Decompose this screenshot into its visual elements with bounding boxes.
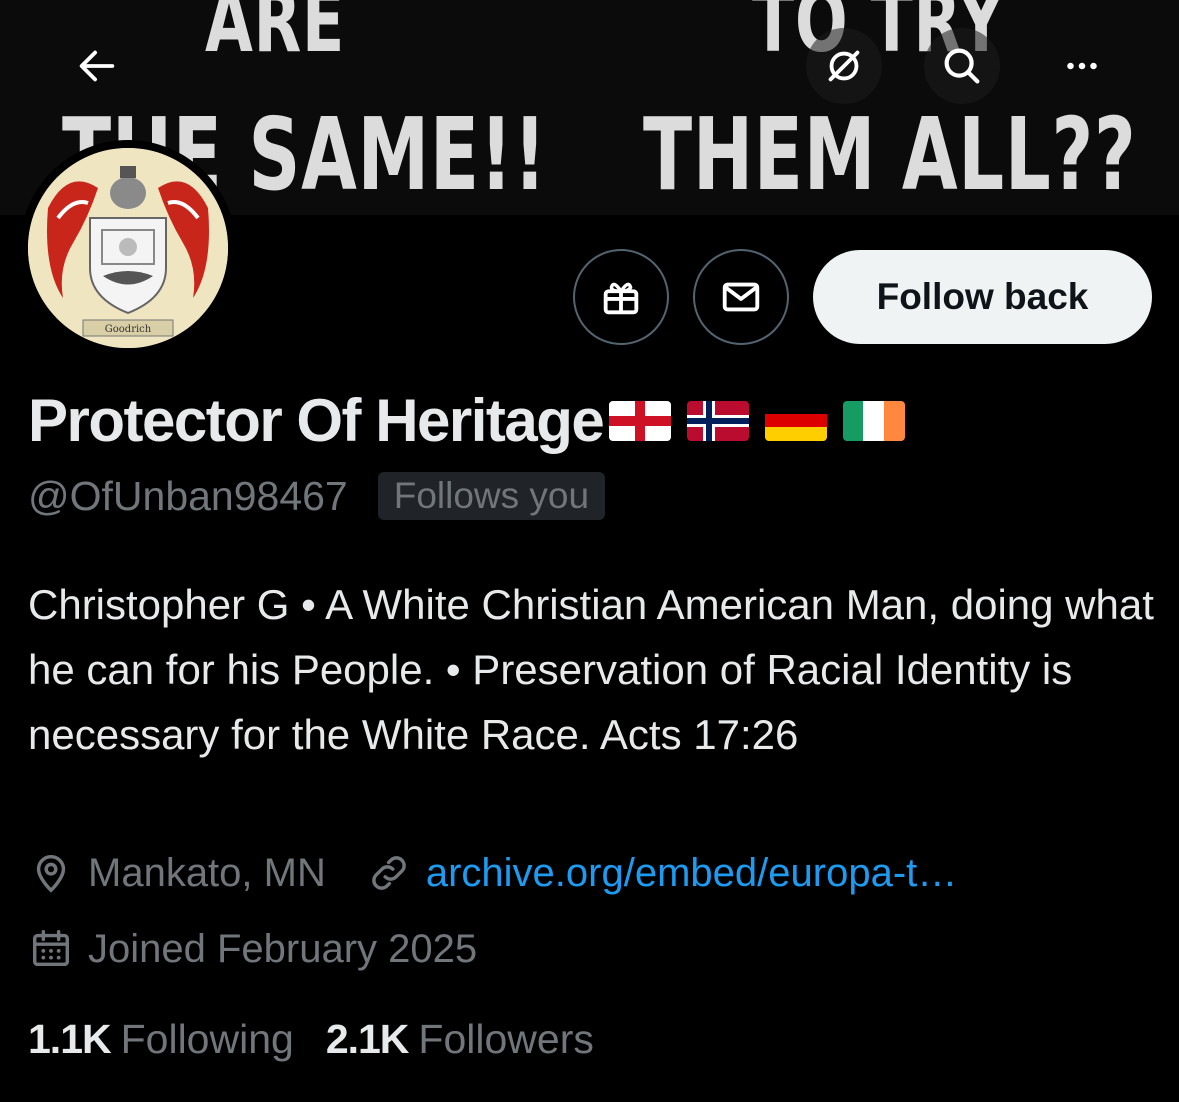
message-button[interactable] — [693, 249, 789, 345]
profile-meta-row: Mankato, MN archive.org/embed/europa-t… — [28, 850, 957, 896]
profile-avatar[interactable]: Goodrich — [20, 140, 236, 356]
location-text: Mankato, MN — [88, 850, 326, 895]
followers-stat[interactable]: 2.1K Followers — [326, 1016, 594, 1063]
follows-you-badge: Follows you — [377, 472, 606, 520]
norway-flag-icon — [687, 400, 750, 441]
gift-icon — [603, 282, 639, 315]
joined-row: Joined February 2025 — [28, 926, 477, 972]
link-icon — [372, 856, 406, 890]
display-name: Protector Of Heritage — [28, 387, 605, 454]
handle-row: @OfUnban98467 Follows you — [28, 472, 606, 520]
more-horizontal-icon — [1067, 62, 1097, 70]
following-stat[interactable]: 1.1K Following — [28, 1016, 294, 1063]
banner-text-line2-right: THEM ALL?? — [643, 96, 1137, 213]
flag-emojis — [609, 400, 906, 441]
username-handle: @OfUnban98467 — [28, 472, 348, 519]
following-label: Following — [120, 1016, 294, 1062]
location-pin-icon — [36, 854, 66, 893]
more-options-button[interactable] — [1044, 28, 1120, 104]
follow-back-button[interactable]: Follow back — [813, 250, 1152, 344]
search-button[interactable] — [924, 28, 1000, 104]
display-name-row: Protector Of Heritage — [28, 386, 906, 455]
following-count: 1.1K — [28, 1016, 112, 1062]
followers-label: Followers — [418, 1016, 594, 1062]
profile-bio: Christopher G • A White Christian Americ… — [28, 581, 1154, 758]
sync-off-icon — [828, 50, 860, 82]
calendar-icon — [32, 930, 70, 967]
search-icon — [944, 48, 980, 84]
germany-flag-icon — [765, 400, 828, 441]
back-button[interactable] — [59, 28, 135, 104]
follow-stats: 1.1K Following 2.1K Followers — [28, 1016, 594, 1063]
gift-button[interactable] — [573, 249, 669, 345]
crest-label: Goodrich — [105, 324, 152, 335]
family-crest-image: Goodrich — [28, 148, 228, 348]
joined-date: Joined February 2025 — [88, 926, 478, 971]
sync-button[interactable] — [806, 28, 882, 104]
banner-text-line1-left: ARE — [205, 0, 346, 72]
followers-count: 2.1K — [325, 1016, 410, 1062]
ireland-flag-icon — [843, 400, 906, 441]
mail-icon — [722, 282, 760, 312]
england-flag-icon — [609, 400, 672, 441]
arrow-left-icon — [79, 50, 115, 82]
website-link[interactable]: archive.org/embed/europa-t… — [426, 851, 957, 896]
